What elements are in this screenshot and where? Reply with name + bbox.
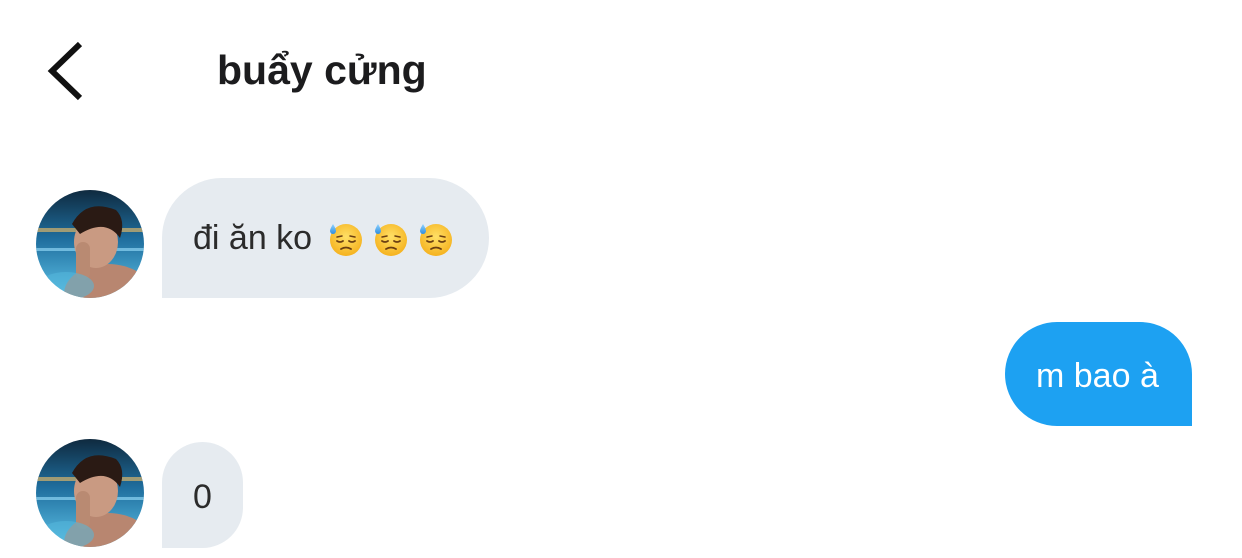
downcast-face-with-sweat-icon bbox=[418, 221, 454, 257]
downcast-face-with-sweat-icon bbox=[373, 221, 409, 257]
contact-avatar[interactable] bbox=[36, 439, 144, 547]
back-button[interactable] bbox=[40, 36, 92, 106]
outgoing-message-bubble[interactable]: m bao à bbox=[1005, 322, 1192, 426]
chat-title: buẩy cửng bbox=[217, 47, 427, 93]
incoming-message-bubble[interactable]: đi ăn ko bbox=[162, 178, 489, 298]
emoji-group bbox=[328, 220, 463, 260]
message-text: m bao à bbox=[1036, 357, 1159, 395]
chevron-left-icon bbox=[47, 41, 83, 101]
contact-avatar[interactable] bbox=[36, 190, 144, 298]
message-text: 0 bbox=[193, 478, 212, 516]
chat-screen: buẩy cửng đi ăn ko m bao à 0 bbox=[0, 0, 1242, 558]
incoming-message-bubble[interactable]: 0 bbox=[162, 442, 243, 548]
downcast-face-with-sweat-icon bbox=[328, 221, 364, 257]
message-text: đi ăn ko bbox=[193, 219, 313, 257]
